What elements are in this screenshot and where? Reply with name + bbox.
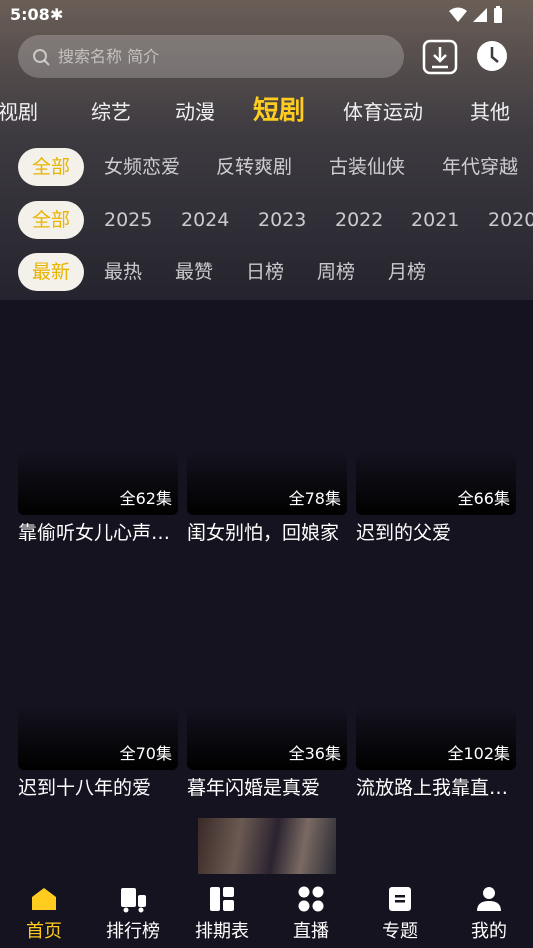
history-clock-icon[interactable] [476,40,508,72]
sort-chip[interactable]: 周榜 [317,253,355,291]
year-chip[interactable]: 2022 [335,201,383,239]
tab-live[interactable]: 直播 [267,875,355,948]
search-icon [33,48,50,66]
category-tab-short-drama[interactable]: 短剧 [253,90,305,127]
poster-thumbnail[interactable] [198,818,336,874]
episode-count: 全66集 [457,489,510,508]
poster-image [187,555,347,770]
sort-chip[interactable]: 最赞 [175,253,213,291]
genre-chip[interactable]: 女频恋爱 [104,148,180,186]
genre-chip[interactable]: 年代穿越 [442,148,518,186]
episode-count: 全70集 [119,744,172,763]
search-bar[interactable] [18,35,404,78]
tab-schedule[interactable]: 排期表 [178,875,266,948]
bottom-tab-bar: 首页 排行榜 排期表 直播 专题 我的 [0,875,533,948]
year-chip[interactable]: 2023 [258,201,306,239]
year-filter-row: 全部 2025 2024 2023 2022 2021 2020 [0,201,533,241]
drama-title: 闺女别怕，回娘家 [187,522,340,544]
tab-ranking[interactable]: 排行榜 [89,875,177,948]
sort-filter-row: 最新 最热 最赞 日榜 周榜 月榜 [0,253,533,293]
tab-label: 首页 [26,921,62,942]
genre-chip-all[interactable]: 全部 [18,148,85,186]
tab-topic[interactable]: 专题 [356,875,444,948]
poster-image [18,555,178,770]
year-chip[interactable]: 2021 [411,201,459,239]
sort-chip[interactable]: 月榜 [388,253,426,291]
live-icon [298,886,324,912]
tab-label: 专题 [382,921,418,942]
topic-icon [389,887,411,911]
tab-home[interactable]: 首页 [0,875,88,948]
category-tab-variety[interactable]: 综艺 [91,96,131,125]
episode-count: 全62集 [119,489,172,508]
category-tab-other[interactable]: 其他 [470,96,510,125]
debug-icon: ✱ [50,5,64,24]
year-chip[interactable]: 2024 [181,201,229,239]
genre-chip[interactable]: 反转爽剧 [216,148,292,186]
search-input[interactable] [56,46,380,67]
episode-count: 全36集 [288,744,341,763]
sort-chip-latest[interactable]: 最新 [18,253,85,291]
tab-label: 我的 [471,921,507,942]
episode-count: 全78集 [288,489,341,508]
category-tab-anime[interactable]: 动漫 [175,96,215,125]
battery-icon [494,6,502,23]
tab-label: 排行榜 [106,921,160,942]
home-icon [32,888,56,910]
poster-image [187,300,347,515]
category-tab-sports[interactable]: 体育运动 [343,96,423,125]
wifi-icon [449,7,467,22]
year-chip[interactable]: 2020 [488,201,533,239]
sort-chip[interactable]: 最热 [104,253,142,291]
poster-image [18,300,178,515]
tab-label: 排期表 [195,921,249,942]
sort-chip[interactable]: 日榜 [246,253,284,291]
tab-profile[interactable]: 我的 [445,875,533,948]
episode-count: 全102集 [447,744,510,763]
genre-chip[interactable]: 古装仙侠 [329,148,405,186]
drama-title: 迟到十八年的爱 [18,777,152,799]
profile-icon [477,887,501,911]
category-tabs: 电视剧 综艺 动漫 短剧 体育运动 其他 [0,88,533,130]
poster-image [356,555,516,770]
drama-title: 暮年闪婚是真爱 [187,777,321,799]
status-bar: 5:08 ✱ [0,0,533,30]
genre-filter-row: 全部 女频恋爱 反转爽剧 古装仙侠 年代穿越 [0,148,533,188]
year-chip[interactable]: 2025 [104,201,152,239]
schedule-icon [210,887,234,911]
drama-title: 流放路上我靠直… [356,777,509,799]
download-icon[interactable] [422,39,458,75]
drama-title: 迟到的父爱 [356,522,452,544]
ranking-icon [121,888,146,913]
drama-title: 靠偷听女儿心声… [18,522,171,544]
year-chip-all[interactable]: 全部 [18,201,85,239]
status-time: 5:08 [10,5,50,24]
tab-label: 直播 [293,921,329,942]
category-tab-tv[interactable]: 电视剧 [0,96,38,125]
poster-image [356,300,516,515]
signal-icon [473,8,487,22]
